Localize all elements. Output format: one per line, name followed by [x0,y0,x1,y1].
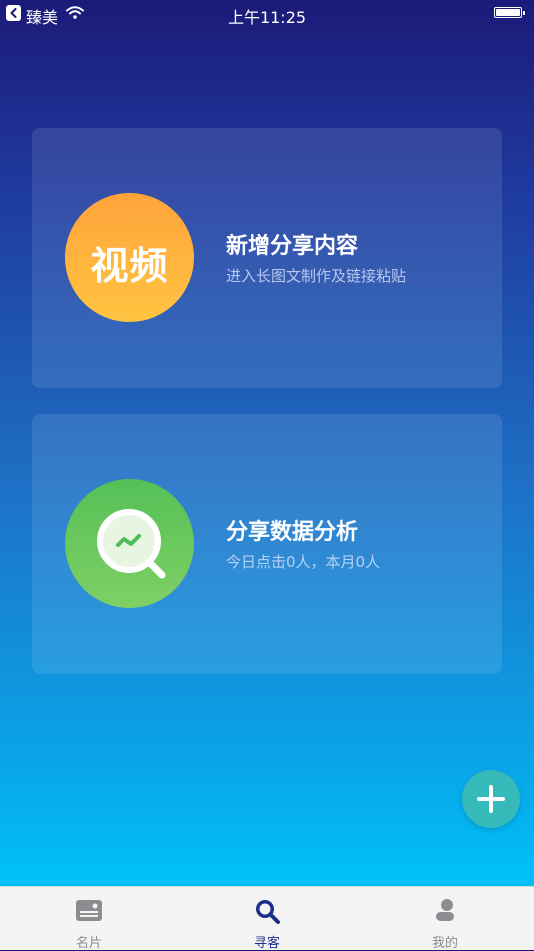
add-share-content-subtitle: 进入长图文制作及链接粘贴 [226,267,407,285]
analytics-badge [65,479,194,608]
video-badge-label: 视频 [90,243,169,288]
share-analytics-title: 分享数据分析 [226,520,359,545]
add-floating-button[interactable] [462,770,520,828]
video-badge: 视频 [65,193,194,322]
status-time: 上午11:25 [227,8,307,27]
tab-me-label: 我的 [431,936,458,951]
plus-icon [477,785,505,813]
share-analytics-subtitle: 今日点击0人，本月0人 [226,553,381,571]
search-icon [256,900,280,924]
add-share-content-card[interactable]: 视频 新增分享内容 进入长图文制作及链接粘贴 [32,128,502,388]
battery-icon [494,7,525,18]
magnifier-trend-icon [97,509,166,579]
tab-me[interactable]: 我的 [356,887,534,951]
business-card-icon [76,900,102,921]
share-analytics-card[interactable]: 分享数据分析 今日点击0人，本月0人 [32,414,502,674]
tab-business-card-label: 名片 [75,936,102,951]
status-bar: 臻美 上午11:25 [0,0,534,28]
tab-bar: 名片 寻客 我的 [0,886,534,951]
add-share-content-title: 新增分享内容 [226,234,359,259]
tab-find-customer-label: 寻客 [253,936,280,951]
user-icon [436,899,454,921]
tab-find-customer[interactable]: 寻客 [178,887,356,951]
tab-business-card[interactable]: 名片 [0,887,178,951]
